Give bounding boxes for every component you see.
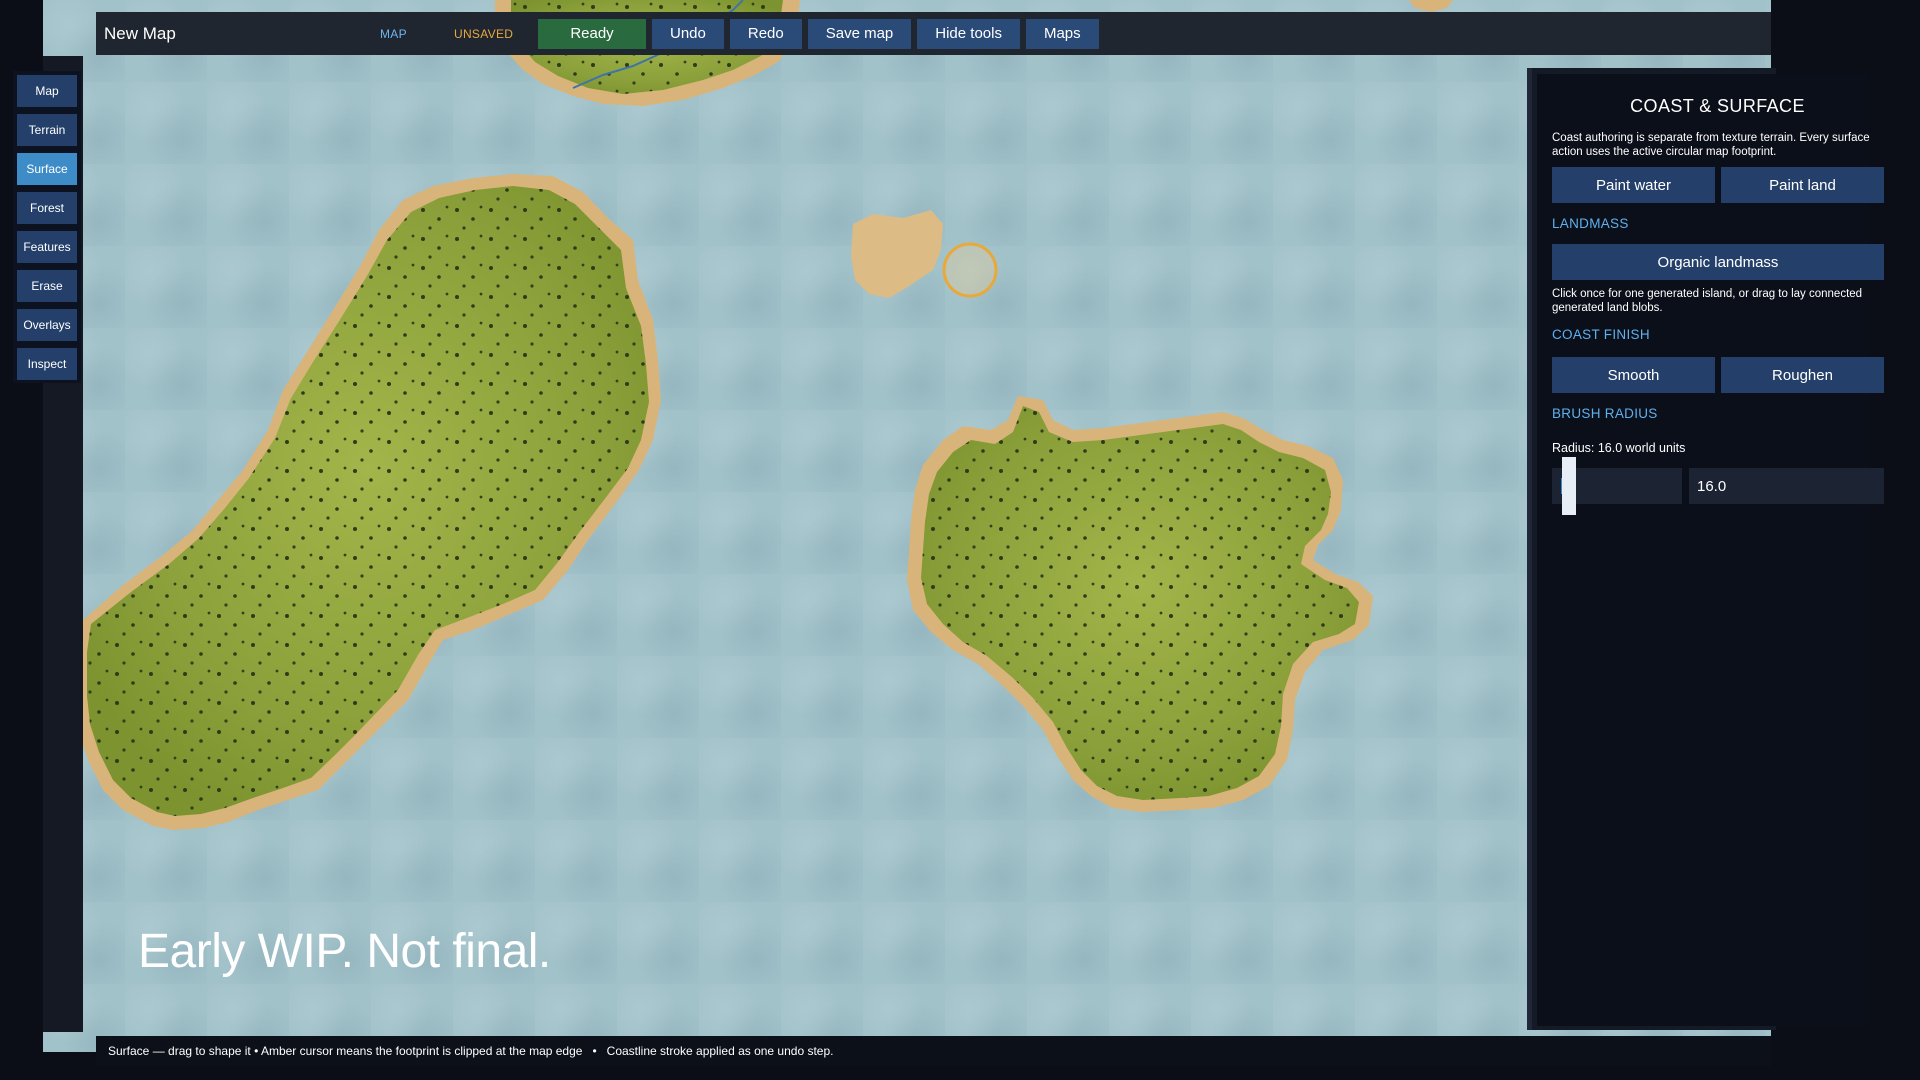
hide-tools-button[interactable]: Hide tools: [917, 18, 1020, 49]
nav-item-map[interactable]: Map: [17, 75, 77, 107]
save-map-button[interactable]: Save map: [807, 18, 912, 49]
coast-finish-heading: COAST FINISH: [1552, 327, 1650, 342]
nav-item-features[interactable]: Features: [17, 231, 77, 263]
island-west: [75, 174, 661, 830]
brush-radius-heading: BRUSH RADIUS: [1552, 406, 1658, 421]
radius-label: Radius: 16.0 world units: [1552, 441, 1686, 455]
nav-item-inspect[interactable]: Inspect: [17, 348, 77, 380]
nav-item-overlays[interactable]: Overlays: [17, 309, 77, 341]
nav-item-forest[interactable]: Forest: [17, 192, 77, 224]
organic-landmass-button[interactable]: Organic landmass: [1552, 244, 1884, 280]
radius-input[interactable]: [1689, 468, 1884, 504]
status-text: Surface — drag to shape it • Amber curso…: [108, 1044, 834, 1058]
island-east: [907, 396, 1373, 812]
top-toolbar: New Map MAP UNSAVED Ready Undo Redo Save…: [96, 12, 1771, 55]
panel-description: Coast authoring is separate from texture…: [1552, 132, 1870, 158]
map-canvas[interactable]: Early WIP. Not final.: [43, 0, 1771, 1052]
nav-item-surface[interactable]: Surface: [17, 153, 77, 185]
panel-title: COAST & SURFACE: [1630, 96, 1805, 116]
editor-app: Early WIP. Not final. New Map MAP UNSAVE…: [0, 0, 1920, 1080]
wip-watermark: Early WIP. Not final.: [138, 925, 551, 978]
redo-button[interactable]: Redo: [729, 18, 802, 49]
save-state-badge: UNSAVED: [454, 26, 514, 41]
smooth-button[interactable]: Smooth: [1552, 357, 1715, 393]
map-terrain: [75, 0, 1453, 830]
radius-slider-thumb[interactable]: [1562, 457, 1576, 515]
nav-item-terrain[interactable]: Terrain: [17, 114, 77, 146]
map-title: New Map: [104, 23, 176, 43]
mode-tag: MAP: [380, 26, 407, 41]
brush-cursor[interactable]: [942, 242, 998, 298]
roughen-button[interactable]: Roughen: [1721, 357, 1884, 393]
undo-button[interactable]: Undo: [652, 18, 724, 49]
island-sand-islet: [851, 210, 943, 298]
status-bar: Surface — drag to shape it • Amber curso…: [96, 1036, 1771, 1066]
maps-button[interactable]: Maps: [1025, 18, 1099, 49]
landmass-heading: LANDMASS: [1552, 216, 1629, 231]
tool-category-nav: Map Terrain Surface Forest Features Eras…: [13, 71, 81, 383]
island-top-right: [1409, 0, 1453, 12]
nav-item-erase[interactable]: Erase: [17, 270, 77, 302]
paint-water-button[interactable]: Paint water: [1552, 167, 1715, 203]
landmass-help-text: Click once for one generated island, or …: [1552, 288, 1863, 314]
ready-button[interactable]: Ready: [538, 18, 646, 49]
paint-land-button[interactable]: Paint land: [1721, 167, 1884, 203]
